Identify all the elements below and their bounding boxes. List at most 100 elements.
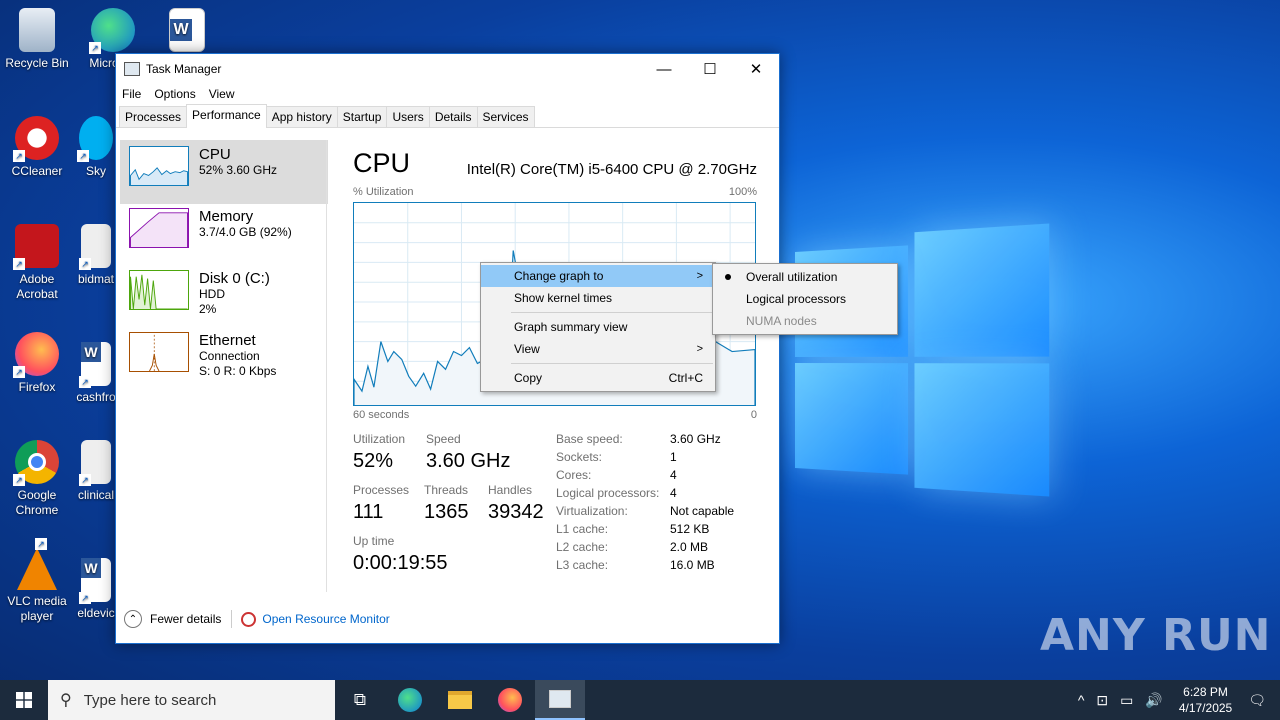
menu-item-show-kernel-times[interactable]: Show kernel times — [481, 287, 715, 309]
desktop-icon-word-doc[interactable]: W — [150, 8, 224, 56]
ethernet-mini-graph — [129, 332, 189, 372]
window-footer: ⌃ Fewer details Open Resource Monitor — [116, 595, 779, 643]
cpu-title: CPU — [353, 148, 411, 178]
change-graph-submenu: Overall utilization Logical processors N… — [712, 263, 898, 335]
vlc-icon — [17, 538, 57, 590]
open-resource-monitor-link[interactable]: Open Resource Monitor — [262, 612, 389, 626]
menu-item-change-graph-to[interactable]: Change graph to > — [481, 265, 715, 287]
image-file-icon — [79, 224, 111, 270]
tab-services[interactable]: Services — [476, 106, 535, 127]
spec-row: L2 cache: 2.0 MB — [556, 540, 709, 554]
spec-row: Base speed: 3.60 GHz — [556, 432, 721, 446]
menu-options[interactable]: Options — [154, 87, 195, 101]
image-file-icon — [79, 440, 111, 486]
menu-file[interactable]: File — [122, 87, 141, 101]
network-icon[interactable]: ⊡ — [1096, 692, 1108, 709]
sidebar-item-disk[interactable]: Disk 0 (C:) HDD 2% — [120, 264, 328, 328]
notification-icon[interactable]: 🗨 — [1248, 692, 1266, 709]
tab-processes[interactable]: Processes — [119, 106, 188, 127]
edge-icon — [89, 8, 135, 54]
selected-bullet-icon — [725, 274, 731, 280]
windows-start-icon — [16, 692, 32, 708]
spec-row: Cores: 4 — [556, 468, 677, 482]
taskbar-firefox[interactable] — [485, 680, 535, 720]
sidebar-item-cpu[interactable]: CPU 52% 3.60 GHz — [120, 140, 328, 204]
stat-utilization: Utilization 52% — [353, 432, 406, 472]
stat-uptime: Up time 0:00:19:55 — [353, 534, 448, 574]
desktop-icon-chrome[interactable]: Google Chrome — [0, 440, 74, 518]
stat-processes: Processes 111 — [353, 483, 410, 523]
stat-threads: Threads 1365 — [424, 483, 469, 523]
search-icon: ⚲ — [60, 692, 72, 709]
submenu-item-overall-utilization[interactable]: Overall utilization — [713, 266, 897, 288]
spec-row: L3 cache: 16.0 MB — [556, 558, 715, 572]
submenu-item-numa-nodes: NUMA nodes — [746, 314, 817, 328]
menu-view[interactable]: View — [209, 87, 235, 101]
spec-row: Sockets: 1 — [556, 450, 677, 464]
volume-icon[interactable]: 🔊 — [1145, 692, 1162, 709]
desktop-icon-vlc[interactable]: VLC media player — [0, 538, 74, 624]
menu-item-copy[interactable]: Copy Ctrl+C — [481, 367, 715, 389]
tab-details[interactable]: Details — [428, 106, 478, 127]
memory-mini-graph — [129, 208, 189, 248]
taskbar-task-manager[interactable] — [535, 680, 585, 720]
minimize-button[interactable]: — — [641, 54, 687, 84]
clock[interactable]: 6:28 PM 4/17/2025 — [1179, 684, 1232, 716]
desktop-icon-skype[interactable]: Sky — [76, 116, 116, 179]
spec-row: L1 cache: 512 KB — [556, 522, 710, 536]
edge-icon — [398, 688, 422, 712]
taskbar-edge[interactable] — [385, 680, 435, 720]
desktop-icon-bidmat[interactable]: bidmat — [76, 224, 116, 287]
firefox-icon — [13, 332, 59, 378]
graph-context-menu: Change graph to > Show kernel times Graph… — [480, 262, 716, 392]
desktop-icon-acrobat[interactable]: Adobe Acrobat — [0, 224, 74, 302]
maximize-button[interactable]: ☐ — [687, 54, 733, 84]
desktop-icon-ccleaner[interactable]: CCleaner — [0, 116, 74, 179]
tab-startup[interactable]: Startup — [336, 106, 388, 127]
desktop-icon-firefox[interactable]: Firefox — [0, 332, 74, 395]
recycle-bin-icon — [19, 8, 55, 52]
start-button[interactable] — [0, 680, 48, 720]
menu-item-graph-summary-view[interactable]: Graph summary view — [481, 316, 715, 338]
skype-icon — [77, 116, 113, 162]
title-bar[interactable]: Task Manager — ☐ ✕ — [116, 54, 779, 84]
chevron-up-icon[interactable]: ⌃ — [124, 610, 142, 628]
menu-bar: File Options View — [116, 84, 779, 104]
tab-users[interactable]: Users — [386, 106, 430, 127]
firefox-icon — [498, 688, 522, 712]
sidebar-item-ethernet[interactable]: Ethernet Connection S: 0 R: 0 Kbps — [120, 326, 328, 390]
desktop-icon-cashfro[interactable]: W cashfro — [76, 332, 116, 405]
desktop-icon-eldevic[interactable]: W eldevic — [76, 548, 116, 621]
close-button[interactable]: ✕ — [733, 54, 779, 84]
sidebar-item-memory[interactable]: Memory 3.7/4.0 GB (92%) — [120, 202, 328, 266]
chevron-up-icon[interactable]: ^ — [1078, 692, 1085, 708]
desktop-icon-recycle-bin[interactable]: Recycle Bin — [0, 8, 74, 71]
desktop-icon-clinical[interactable]: clinical — [76, 440, 116, 503]
utilization-label: % Utilization — [353, 186, 414, 198]
taskbar-search-box[interactable]: ⚲ Type here to search — [48, 680, 335, 720]
taskbar-file-explorer[interactable] — [435, 680, 485, 720]
word-doc-icon: W — [169, 8, 205, 52]
ethernet-icon[interactable]: ▭ — [1120, 692, 1133, 709]
tab-app-history[interactable]: App history — [265, 106, 338, 127]
word-doc-icon: W — [79, 558, 111, 604]
spec-row: Logical processors: 4 — [556, 486, 677, 500]
graph-axis-left: 60 seconds — [353, 409, 410, 421]
tab-performance[interactable]: Performance — [186, 104, 267, 128]
menu-separator — [511, 312, 713, 313]
task-view-button[interactable]: ⧉ — [335, 680, 385, 720]
ccleaner-icon — [13, 116, 59, 162]
footer-divider — [231, 610, 233, 628]
taskbar: ⚲ Type here to search ⧉ ^ ⊡ ▭ 🔊 6:28 PM … — [0, 680, 1280, 720]
spec-row: Virtualization: Not capable — [556, 504, 735, 518]
sidebar-divider — [326, 140, 327, 592]
window-title: Task Manager — [146, 62, 222, 76]
chevron-right-icon: > — [696, 343, 703, 355]
menu-item-view[interactable]: View > — [481, 338, 715, 360]
fewer-details-link[interactable]: Fewer details — [150, 612, 221, 626]
submenu-item-logical-processors[interactable]: Logical processors — [713, 288, 897, 310]
cpu-specs: Base speed: 3.60 GHz Sockets: 1 Cores: 4 Lo… — [556, 432, 756, 576]
stat-handles: Handles 39342 — [488, 483, 544, 523]
task-view-icon: ⧉ — [353, 690, 367, 709]
tab-strip: Processes Performance App history Startu… — [116, 104, 779, 128]
